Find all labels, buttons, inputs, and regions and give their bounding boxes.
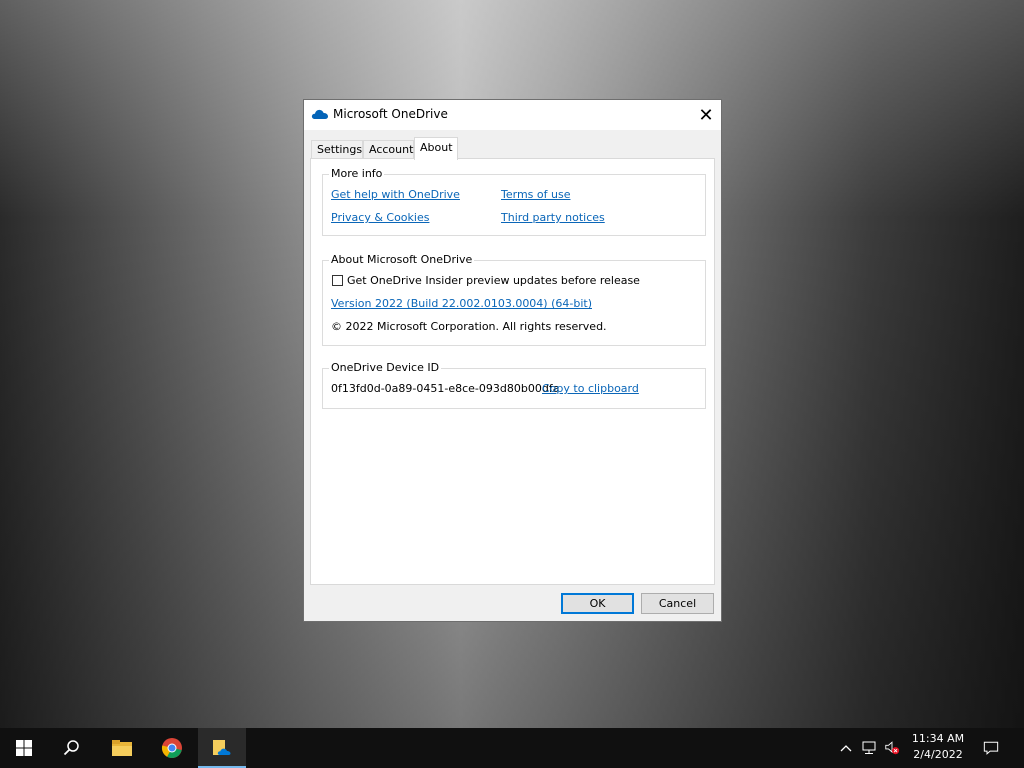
show-hidden-icons-button[interactable]: [838, 740, 854, 756]
taskbar: 11:34 AM 2/4/2022: [0, 728, 1024, 768]
dialog-titlebar[interactable]: Microsoft OneDrive ✕: [304, 100, 721, 130]
notification-icon: [983, 741, 999, 755]
chrome-icon: [161, 738, 182, 758]
version-link[interactable]: Version 2022 (Build 22.002.0103.0004) (6…: [331, 297, 592, 310]
tab-settings[interactable]: Settings: [311, 140, 363, 158]
network-button[interactable]: [862, 740, 878, 756]
close-button[interactable]: ✕: [691, 100, 721, 130]
privacy-cookies-link[interactable]: Privacy & Cookies: [331, 211, 429, 224]
device-id-label: OneDrive Device ID: [329, 361, 442, 374]
action-center-button[interactable]: [983, 740, 999, 756]
taskbar-chrome[interactable]: [148, 728, 196, 768]
clock-time: 11:34 AM: [911, 732, 965, 745]
tab-about[interactable]: About: [414, 137, 458, 160]
copy-to-clipboard-link[interactable]: Copy to clipboard: [542, 382, 639, 395]
taskbar-file-explorer[interactable]: [98, 728, 146, 768]
close-icon: ✕: [698, 104, 714, 126]
taskbar-onedrive[interactable]: [198, 728, 246, 768]
network-icon: [862, 741, 876, 754]
cancel-button[interactable]: Cancel: [641, 593, 714, 614]
search-icon: [63, 740, 79, 756]
insider-updates-label: Get OneDrive Insider preview updates bef…: [347, 274, 640, 287]
volume-button[interactable]: [884, 740, 900, 756]
about-onedrive-label: About Microsoft OneDrive: [329, 253, 475, 266]
device-id-value: 0f13fd0d-0a89-0451-e8ce-093d80b00dfa: [331, 382, 560, 395]
about-tab-panel: More info Get help with OneDrive Terms o…: [310, 158, 715, 585]
start-button[interactable]: [0, 728, 48, 768]
windows-logo-icon: [16, 740, 32, 756]
more-info-group: More info Get help with OneDrive Terms o…: [322, 167, 706, 236]
taskbar-clock[interactable]: 11:34 AM 2/4/2022: [905, 731, 971, 763]
insider-updates-checkbox[interactable]: [332, 275, 343, 286]
get-help-link[interactable]: Get help with OneDrive: [331, 188, 460, 201]
onedrive-cloud-icon: [311, 109, 328, 119]
copyright-text: © 2022 Microsoft Corporation. All rights…: [331, 320, 607, 333]
ok-button[interactable]: OK: [561, 593, 634, 614]
about-onedrive-group: About Microsoft OneDrive Get OneDrive In…: [322, 253, 706, 346]
terms-of-use-link[interactable]: Terms of use: [501, 188, 570, 201]
more-info-label: More info: [329, 167, 385, 180]
folder-icon: [112, 740, 132, 756]
clock-date: 2/4/2022: [913, 748, 963, 761]
onedrive-folder-icon: [213, 740, 231, 755]
search-button[interactable]: [48, 728, 96, 768]
volume-muted-icon: [885, 741, 900, 755]
dialog-title: Microsoft OneDrive: [333, 107, 448, 121]
tab-account[interactable]: Account: [363, 140, 414, 158]
third-party-notices-link[interactable]: Third party notices: [501, 211, 605, 224]
onedrive-dialog: Microsoft OneDrive ✕ Settings Account Ab…: [303, 99, 722, 622]
device-id-group: OneDrive Device ID 0f13fd0d-0a89-0451-e8…: [322, 361, 706, 409]
chevron-up-icon: [840, 745, 852, 752]
